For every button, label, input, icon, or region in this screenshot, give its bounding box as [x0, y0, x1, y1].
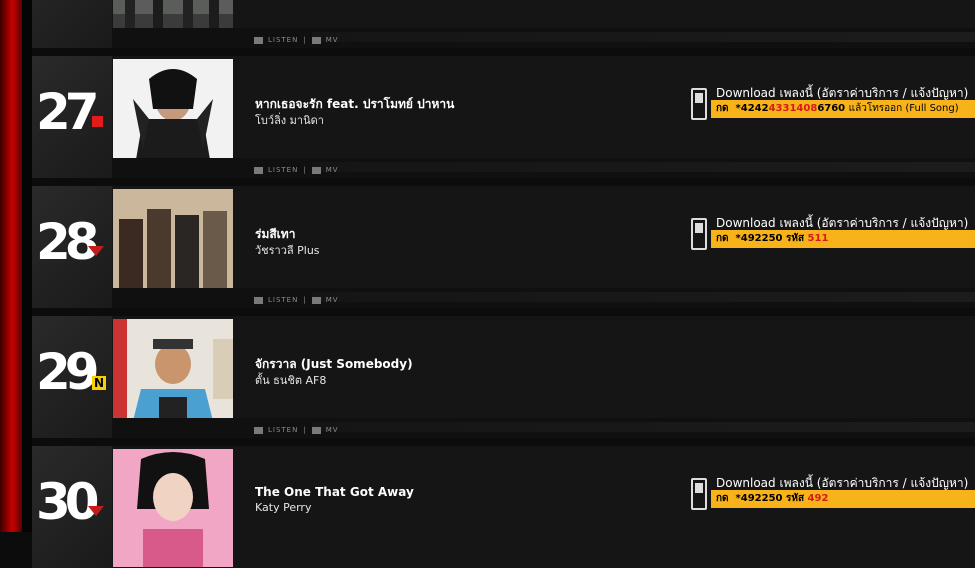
row-actions: LISTEN | MV	[254, 36, 339, 44]
speaker-icon	[254, 296, 263, 304]
same-position-icon	[92, 116, 103, 127]
phone-icon	[691, 218, 707, 250]
listen-link[interactable]: LISTEN	[268, 296, 298, 304]
action-bar	[112, 28, 975, 48]
listen-link[interactable]: LISTEN	[268, 426, 298, 434]
artist-name[interactable]: ตั้น ธนชิต AF8	[255, 371, 326, 389]
rank-down-icon	[88, 246, 104, 256]
mv-link[interactable]: MV	[326, 426, 339, 434]
rank-box	[32, 0, 112, 48]
separator: |	[303, 426, 307, 434]
chart-row-30: 30 The One That Got Away Katy Perry Down…	[32, 446, 975, 568]
download-code[interactable]: กด *492250 รหัส 492	[711, 490, 975, 508]
download-code[interactable]: กด *492250 รหัส 511	[711, 230, 975, 248]
mv-link[interactable]: MV	[326, 36, 339, 44]
chart-row-28: 28 ร่มสีเทา วัชราวลี Plus Download เพลงน…	[32, 186, 975, 308]
chart-row-26: LISTEN | MV	[32, 0, 975, 48]
row-actions: LISTEN | MV	[254, 426, 339, 434]
rank-box: 27	[32, 56, 112, 178]
artist-name[interactable]: โบว์ลิ่ง มานิดา	[255, 111, 324, 129]
speaker-icon	[254, 166, 263, 174]
listen-link[interactable]: LISTEN	[268, 166, 298, 174]
artist-name[interactable]: Katy Perry	[255, 501, 311, 514]
artist-name[interactable]: วัชราวลี Plus	[255, 241, 320, 259]
rank-number: 30	[36, 473, 100, 531]
rank-box: 29 N	[32, 316, 112, 438]
rank-box: 30	[32, 446, 112, 568]
row-actions: LISTEN | MV	[254, 166, 339, 174]
rank-box: 28	[32, 186, 112, 308]
rank-down-icon	[88, 506, 104, 516]
listen-link[interactable]: LISTEN	[268, 36, 298, 44]
rank-number: 28	[36, 213, 100, 271]
rank-number: 29	[36, 343, 100, 401]
tv-icon	[311, 426, 321, 434]
left-red-bar	[0, 0, 22, 532]
separator: |	[303, 36, 307, 44]
tv-icon	[311, 166, 321, 174]
new-entry-icon: N	[92, 376, 106, 390]
action-bar	[112, 418, 975, 438]
speaker-icon	[254, 36, 263, 44]
song-thumbnail[interactable]	[113, 449, 233, 567]
mv-link[interactable]: MV	[326, 166, 339, 174]
song-title[interactable]: The One That Got Away	[255, 485, 414, 499]
tv-icon	[311, 296, 321, 304]
separator: |	[303, 166, 307, 174]
action-bar	[112, 158, 975, 178]
left-gutter	[22, 0, 32, 532]
chart-row-29: 29 N จักรวาล (Just Somebody) ตั้น ธนชิต …	[32, 316, 975, 438]
phone-icon	[691, 478, 707, 510]
tv-icon	[311, 36, 321, 44]
download-code[interactable]: กด *424243314086760 แล้วโทรออก (Full Son…	[711, 100, 975, 118]
mv-link[interactable]: MV	[326, 296, 339, 304]
rank-number: 27	[36, 83, 100, 141]
separator: |	[303, 296, 307, 304]
phone-icon	[691, 88, 707, 120]
row-actions: LISTEN | MV	[254, 296, 339, 304]
speaker-icon	[254, 426, 263, 434]
action-bar	[112, 288, 975, 308]
chart-row-27: 27 หากเธอจะรัก feat. ปราโมทย์ ปาหาน โบว์…	[32, 56, 975, 178]
